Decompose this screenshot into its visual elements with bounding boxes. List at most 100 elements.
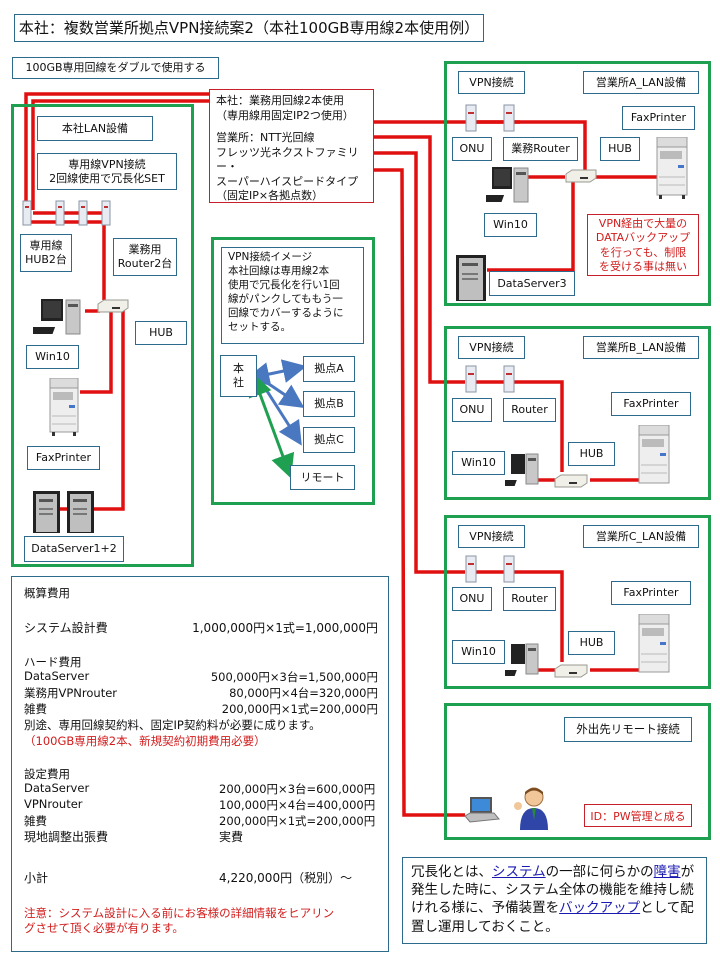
hq-business-router-line1: 業務用 xyxy=(128,243,162,257)
branch-a-printer-label: FaxPrinter xyxy=(622,106,695,130)
business-router-1-icon xyxy=(78,200,88,230)
cost-design-row: システム設計費 1,000,000円×1式=1,000,000円 xyxy=(24,619,380,635)
cost-hardware-value: 500,000円×3台=1,500,000円 xyxy=(210,670,378,684)
vpn-desc-line3: 使用で冗長化を行い1回 xyxy=(228,278,340,291)
business-router-2-icon xyxy=(101,200,111,230)
vpn-image-description: VPN接続イメージ 本社回線は専用線2本 使用で冗長化を行い1回 線がパンクして… xyxy=(221,247,364,344)
hq-business-router-label: 業務用 Router2台 xyxy=(113,238,177,276)
branch-a-note-line2: DATAバックアップ xyxy=(595,231,691,245)
cost-subtotal-label: 小計 xyxy=(24,871,49,885)
hq-server-1-icon xyxy=(33,491,60,537)
cost-hardware-value: 200,000円×1式=200,000円 xyxy=(221,702,378,716)
branch-a-printer-icon xyxy=(655,136,691,205)
vpn-desc-line2: 本社回線は専用線2本 xyxy=(228,264,330,277)
vpn-node-c: 拠点C xyxy=(303,427,355,453)
cost-hardware-row: 業務用VPNrouter 80,000円×4台=320,000円 xyxy=(24,685,380,700)
branch-a-pc-icon xyxy=(475,165,532,211)
remote-laptop-icon xyxy=(464,796,500,828)
hq-dedicated-hub-label: 専用線 HUB2台 xyxy=(20,234,72,272)
line-note-branch-2: フレッツ光ネクストファミリー・ xyxy=(216,145,359,174)
subtitle-label: 100GB専用回線をダブルで使用する xyxy=(12,57,219,79)
vpn-node-a: 拠点A xyxy=(303,356,355,382)
cost-setup-label: VPNrouter xyxy=(24,797,83,811)
cost-setup-label: 雑費 xyxy=(24,814,47,828)
cost-subtotal-row: 小計 4,220,000円（税別）～ xyxy=(24,869,380,885)
line-note-branch-3: スーパーハイスピードタイプ xyxy=(216,174,359,188)
cost-subtotal-value: 4,220,000円（税別）～ xyxy=(219,871,353,885)
branch-a-note-line4: を受ける事は無い xyxy=(599,259,687,273)
branch-a-backup-note: VPN経由で大量の DATAバックアップ を行っても、制限 を受ける事は無い xyxy=(587,214,699,276)
branch-b-pc-label: Win10 xyxy=(452,451,505,475)
branch-a-router-label: 業務Router xyxy=(503,137,578,161)
branch-c-hub-icon xyxy=(553,663,589,682)
branch-a-hub-icon xyxy=(564,168,598,187)
branch-a-title: 営業所A_LAN設備 xyxy=(583,71,699,94)
branch-b-title: 営業所B_LAN設備 xyxy=(583,336,699,359)
dedicated-hub-2-icon xyxy=(55,200,65,230)
cost-hardware-label: 業務用VPNrouter xyxy=(24,686,118,700)
branch-a-router-icon xyxy=(503,104,515,136)
branch-c-pc-icon xyxy=(494,642,541,684)
cost-setup-label: 現地調整出張費 xyxy=(24,830,109,844)
line-note-branch-4: （固定IP×各拠点数） xyxy=(216,189,324,203)
cost-setup-value: 200,000円×1式=200,000円 xyxy=(219,814,376,828)
line-note-box: 本社：業務用回線2本使用 （専用線用固定IP2つ使用） 営業所：NTT光回線 フ… xyxy=(209,89,374,203)
hq-business-router-line2: Router2台 xyxy=(117,257,173,270)
dedicated-hub-1-icon xyxy=(22,200,32,230)
vpn-desc-line1: VPN接続イメージ xyxy=(228,251,313,263)
cost-setup-row: 現地調整出張費 実費 xyxy=(24,828,380,844)
definition-text: 冗長化とは、 xyxy=(411,864,492,880)
definition-link-failure[interactable]: 障害 xyxy=(654,864,681,880)
hq-lan-title: 本社LAN設備 xyxy=(37,116,153,141)
cost-setup-heading: 設定費用 xyxy=(24,767,70,781)
hq-vpn-set-line1: 専用線VPN接続 xyxy=(68,157,146,171)
branch-b-vpn-label: VPN接続 xyxy=(458,336,525,359)
branch-c-printer-label: FaxPrinter xyxy=(611,581,691,605)
branch-a-note-line3: を行っても、制限 xyxy=(599,245,687,259)
hq-pc-icon xyxy=(22,297,83,343)
cost-warning-line2: グさせて頂く必要が有ります。 xyxy=(24,921,184,935)
cost-setup-label: DataServer xyxy=(24,781,90,795)
cost-estimate-panel: 概算費用 システム設計費 1,000,000円×1式=1,000,000円 ハー… xyxy=(11,576,389,952)
redundancy-definition: 冗長化とは、システムの一部に何らかの障害が発生した時に、システム全体の機能を維持… xyxy=(402,857,707,944)
cost-design-label: システム設計費 xyxy=(24,621,108,635)
branch-c-hub-label: HUB xyxy=(568,631,615,655)
branch-c-onu-label: ONU xyxy=(452,587,492,611)
branch-a-pc-label: Win10 xyxy=(484,213,537,237)
cost-design-value: 1,000,000円×1式=1,000,000円 xyxy=(192,621,378,635)
cost-hardware-heading: ハード費用 xyxy=(24,655,82,669)
definition-link-backup[interactable]: バックアップ xyxy=(559,900,640,916)
cost-hardware-value: 80,000円×4台=320,000円 xyxy=(229,686,378,700)
cost-setup-row: 雑費 200,000円×1式=200,000円 xyxy=(24,813,380,828)
vpn-node-hq-line2: 社 xyxy=(233,376,244,389)
hq-server-label: DataServer1+2 xyxy=(24,536,124,562)
branch-c-title: 営業所C_LAN設備 xyxy=(583,525,699,548)
cost-hardware-label: 雑費 xyxy=(24,702,47,716)
definition-text: の一部に何らかの xyxy=(545,864,654,880)
cost-setup-value: 実費 xyxy=(219,830,244,844)
hq-printer-label: FaxPrinter xyxy=(27,446,100,470)
branch-a-hub-label: HUB xyxy=(600,137,640,161)
cost-hardware-note-red: （100GB専用線2本、新規契約初期費用必要） xyxy=(24,734,266,748)
branch-a-server-label: DataServer3 xyxy=(489,271,575,296)
cost-hardware-note: 別途、専用回線契約料、固定IP契約料が必要に成ります。 xyxy=(24,718,321,732)
line-note-hq-1: 本社：業務用回線2本使用 xyxy=(216,94,344,107)
cost-hardware-row: DataServer 500,000円×3台=1,500,000円 xyxy=(24,669,380,684)
definition-link-system[interactable]: システム xyxy=(492,864,546,880)
branch-b-router-icon xyxy=(503,365,515,397)
vpn-desc-line4: 線がパンクしてももう一 xyxy=(228,292,343,305)
hq-server-2-icon xyxy=(67,491,94,537)
cost-heading: 概算費用 xyxy=(24,586,70,600)
branch-a-onu-icon xyxy=(465,104,477,136)
branch-c-router-icon xyxy=(503,555,515,587)
branch-b-printer-icon xyxy=(637,424,673,493)
branch-c-printer-icon xyxy=(637,613,673,682)
hq-dedicated-hub-line1: 専用線 xyxy=(29,239,63,253)
branch-a-vpn-label: VPN接続 xyxy=(458,71,525,94)
hq-hub-icon xyxy=(96,298,130,317)
branch-b-hub-icon xyxy=(553,473,589,492)
branch-c-onu-icon xyxy=(465,555,477,587)
remote-id-note: ID：PW管理と成る xyxy=(584,804,692,827)
branch-c-vpn-label: VPN接続 xyxy=(458,525,525,548)
cost-hardware-label: DataServer xyxy=(24,669,90,683)
